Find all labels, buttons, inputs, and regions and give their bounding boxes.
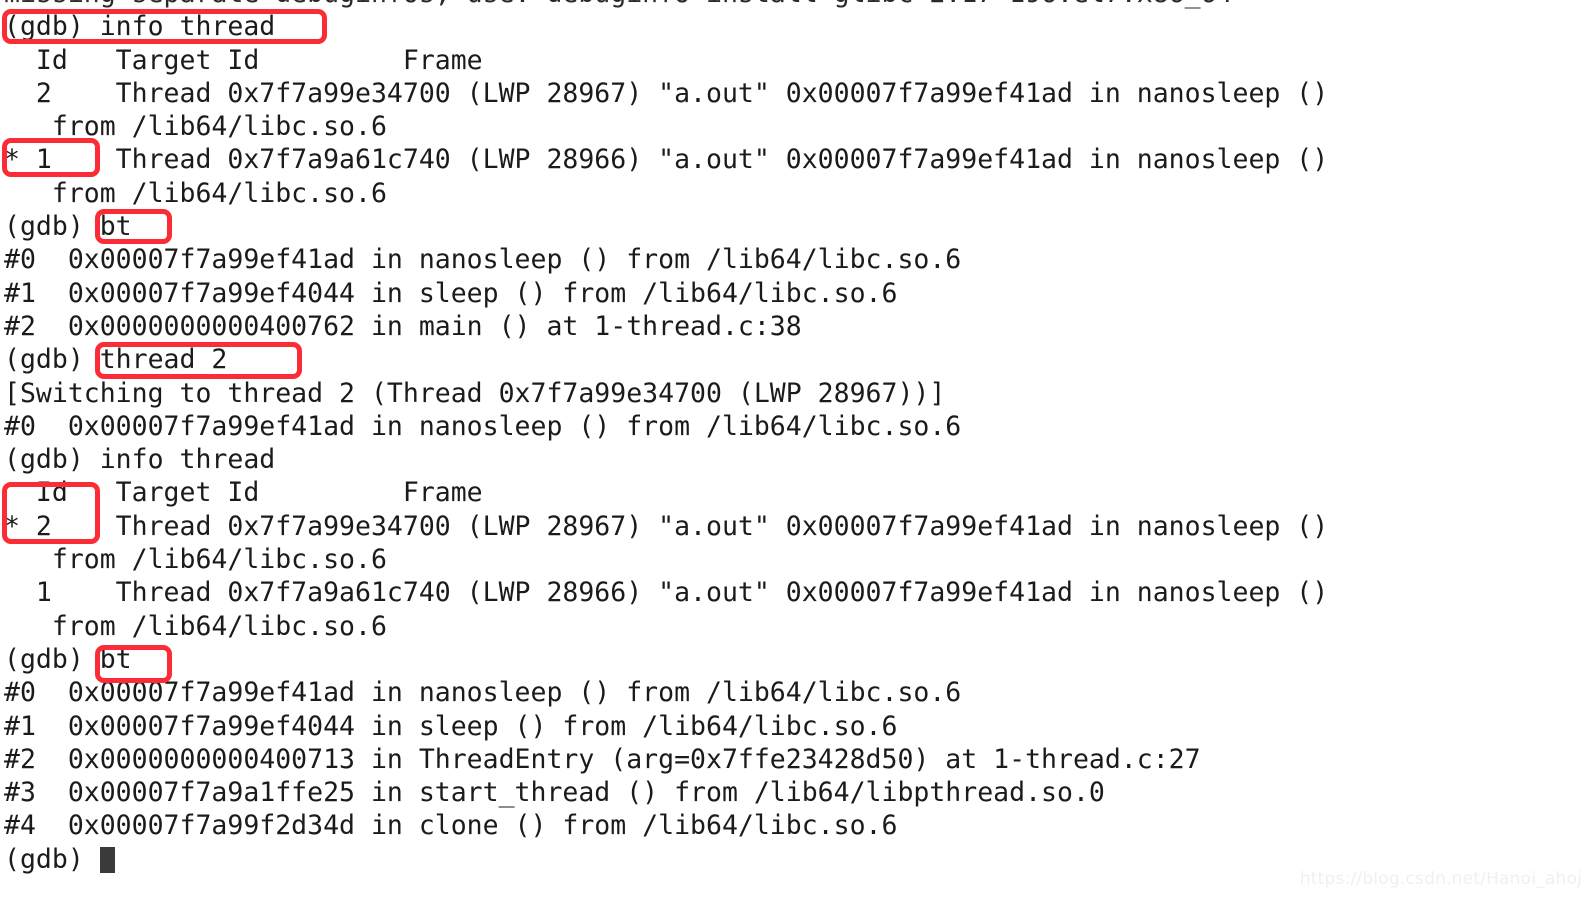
terminal-line: #2 0x0000000000400762 in main () at 1-th… <box>4 310 802 342</box>
terminal-line: #0 0x00007f7a99ef41ad in nanosleep () fr… <box>4 677 962 709</box>
terminal-line: [Switching to thread 2 (Thread 0x7f7a99e… <box>4 377 946 409</box>
terminal-line: #0 0x00007f7a99ef41ad in nanosleep () fr… <box>4 244 962 276</box>
terminal-line: 1 Thread 0x7f7a9a61c740 (LWP 28966) "a.o… <box>4 577 1329 609</box>
terminal-line: (gdb) thread 2 <box>4 344 228 376</box>
terminal-line: from /lib64/libc.so.6 <box>4 610 387 642</box>
terminal-line: (gdb) info thread <box>4 11 276 43</box>
terminal-line: 2 Thread 0x7f7a99e34700 (LWP 28967) "a.o… <box>4 77 1329 109</box>
terminal-line: #1 0x00007f7a99ef4044 in sleep () from /… <box>4 710 898 742</box>
terminal-line: #3 0x00007f7a9a1ffe25 in start_thread ()… <box>4 777 1105 809</box>
terminal-line: from /lib64/libc.so.6 <box>4 544 387 576</box>
terminal-line: #1 0x00007f7a99ef4044 in sleep () from /… <box>4 277 898 309</box>
terminal-line: from /lib64/libc.so.6 <box>4 177 387 209</box>
watermark-text: https://blog.csdn.net/Hanoi_ahoj <box>1299 868 1582 889</box>
terminal-line: Id Target Id Frame <box>4 44 483 76</box>
terminal-window[interactable]: missing separate debuginfos, use: debugi… <box>0 0 1592 902</box>
terminal-line: Id Target Id Frame <box>4 477 483 509</box>
terminal-line: (gdb) bt <box>4 211 132 243</box>
terminal-line: missing separate debuginfos, use: debugi… <box>4 0 1588 10</box>
terminal-cursor <box>99 846 115 873</box>
terminal-line: #0 0x00007f7a99ef41ad in nanosleep () fr… <box>4 410 962 442</box>
terminal-line: * 2 Thread 0x7f7a99e34700 (LWP 28967) "a… <box>4 510 1329 542</box>
terminal-line: #4 0x00007f7a99f2d34d in clone () from /… <box>4 810 898 842</box>
terminal-output: missing separate debuginfos, use: debugi… <box>4 0 1588 876</box>
terminal-line: * 1 Thread 0x7f7a9a61c740 (LWP 28966) "a… <box>4 144 1329 176</box>
terminal-line: (gdb) info thread <box>4 444 276 476</box>
terminal-line: (gdb) bt <box>4 643 132 675</box>
terminal-line: #2 0x0000000000400713 in ThreadEntry (ar… <box>4 743 1201 775</box>
terminal-line: from /lib64/libc.so.6 <box>4 111 387 143</box>
